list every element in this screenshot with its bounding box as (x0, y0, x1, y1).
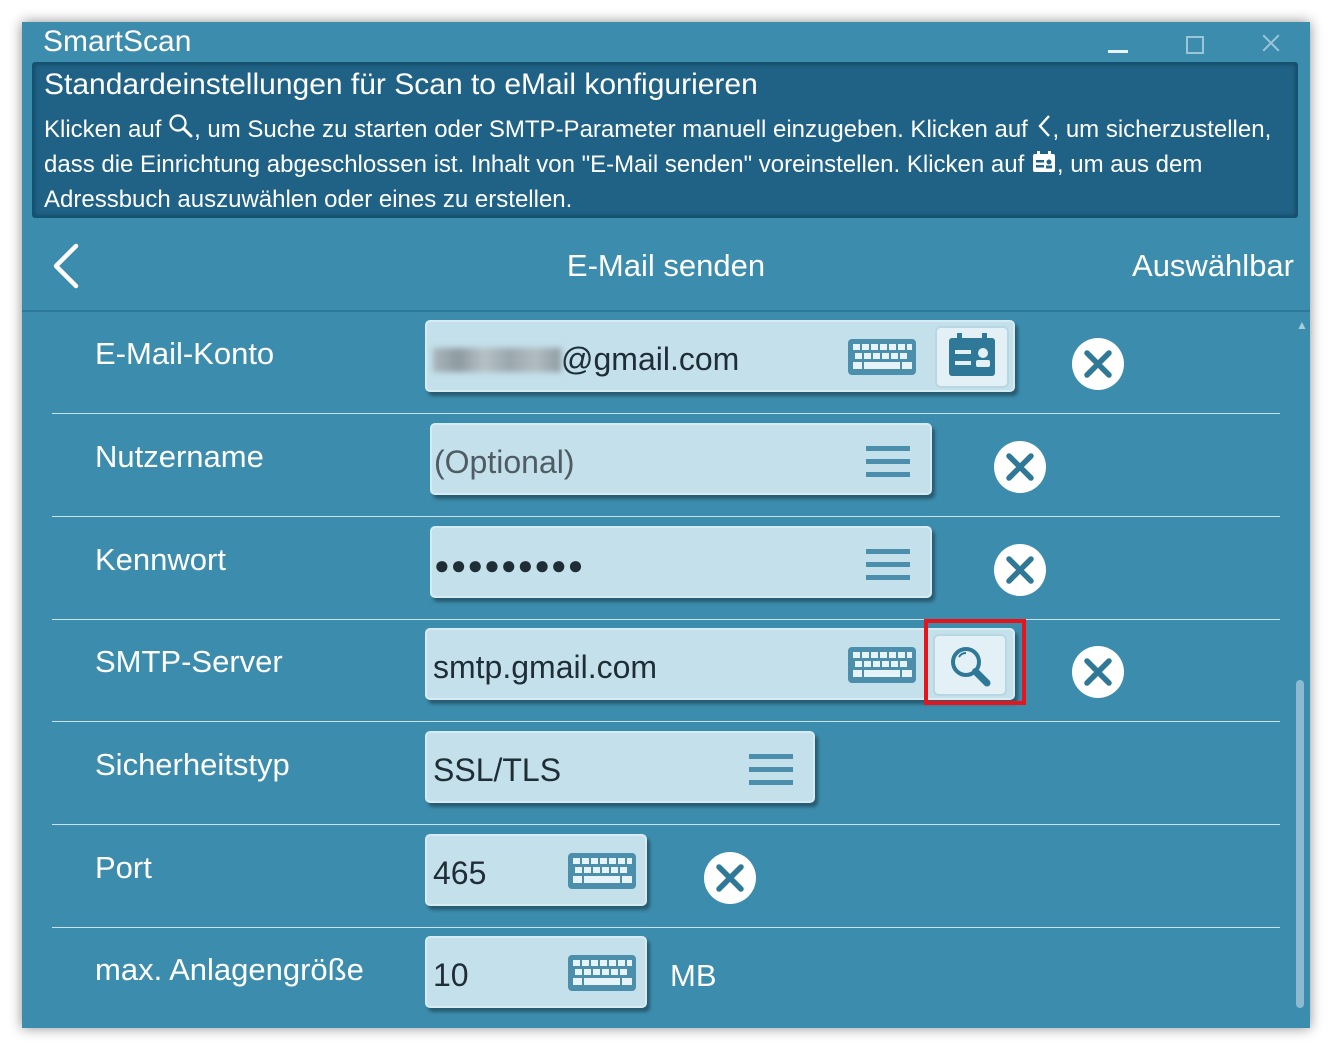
smtp-search-button[interactable] (933, 634, 1007, 696)
address-book-button[interactable] (935, 326, 1009, 388)
info-title: Standardeinstellungen für Scan to eMail … (44, 68, 758, 101)
scroll-thumb[interactable] (1296, 680, 1304, 1008)
info-panel: Standardeinstellungen für Scan to eMail … (32, 62, 1298, 218)
email-account-row: E-Mail-Konto @gmail.com (52, 312, 1280, 414)
keyboard-icon[interactable] (567, 954, 637, 992)
max-attachment-row: max. Anlagengröße 10 MB (52, 928, 1280, 1028)
smartscan-window: SmartScan Standardeinstellungen für Scan… (22, 22, 1310, 1028)
security-type-value: SSL/TLS (433, 752, 562, 788)
smtp-server-value: smtp.gmail.com (433, 649, 658, 685)
security-type-select[interactable]: SSL/TLS (425, 731, 815, 803)
password-row: Kennwort ●●●●●●●●● (52, 518, 1280, 620)
max-attachment-value: 10 (433, 957, 469, 993)
info-text: Klicken auf , um Suche zu starten oder S… (44, 112, 1288, 217)
password-label: Kennwort (95, 542, 226, 577)
close-window-button[interactable] (1252, 26, 1292, 60)
info-text-part: Klicken auf (44, 116, 169, 143)
info-text-part: , um Suche zu starten oder SMTP-Paramete… (194, 116, 1035, 143)
keyboard-icon[interactable] (847, 338, 917, 376)
address-book-icon (1032, 151, 1055, 172)
security-type-row: Sicherheitstyp SSL/TLS (52, 723, 1280, 825)
smtp-server-field[interactable]: smtp.gmail.com (425, 628, 1015, 700)
scrollbar[interactable]: ▲ (1294, 318, 1308, 1018)
username-label: Nutzername (95, 439, 264, 474)
attachment-unit-label: MB (670, 958, 717, 993)
email-account-field[interactable]: @gmail.com (425, 320, 1015, 392)
port-field[interactable]: 465 (425, 834, 647, 906)
search-icon (951, 647, 991, 687)
menu-icon[interactable] (747, 751, 795, 789)
smtp-server-label: SMTP-Server (95, 644, 283, 679)
redacted-email-user (433, 348, 561, 372)
keyboard-icon[interactable] (847, 646, 917, 684)
clear-email-button[interactable] (1070, 336, 1126, 392)
menu-icon[interactable] (864, 443, 912, 481)
chevron-left-icon (1037, 115, 1050, 137)
search-icon (169, 114, 193, 138)
page-title: E-Mail senden (566, 248, 766, 283)
password-value: ●●●●●●●●● (434, 550, 585, 580)
nav-header: E-Mail senden Auswählbar (22, 218, 1310, 312)
username-row: Nutzername (Optional) (52, 415, 1280, 517)
clear-username-button[interactable] (992, 439, 1048, 495)
email-account-label: E-Mail-Konto (95, 336, 275, 371)
clear-smtp-button[interactable] (1070, 644, 1126, 700)
port-value: 465 (433, 855, 487, 891)
menu-icon[interactable] (864, 546, 912, 584)
max-attachment-label: max. Anlagengröße (95, 952, 364, 987)
smtp-server-row: SMTP-Server smtp.gmail.com (52, 620, 1280, 722)
password-field[interactable]: ●●●●●●●●● (430, 526, 932, 598)
keyboard-icon[interactable] (567, 852, 637, 890)
clear-port-button[interactable] (702, 850, 758, 906)
username-field[interactable]: (Optional) (430, 423, 932, 495)
app-title: SmartScan (43, 25, 192, 58)
title-bar: SmartScan (22, 22, 1310, 62)
security-type-label: Sicherheitstyp (95, 747, 290, 782)
maximize-button[interactable] (1174, 26, 1214, 60)
minimize-button[interactable] (1098, 26, 1138, 60)
scroll-up-arrow[interactable]: ▲ (1296, 318, 1308, 332)
selectable-button[interactable]: Auswählbar (1132, 248, 1294, 284)
clear-password-button[interactable] (992, 542, 1048, 598)
email-account-value: @gmail.com (433, 340, 739, 378)
max-attachment-field[interactable]: 10 (425, 936, 647, 1008)
email-domain: @gmail.com (561, 341, 740, 377)
port-label: Port (95, 850, 152, 885)
port-row: Port 465 (52, 826, 1280, 928)
username-placeholder: (Optional) (434, 444, 575, 480)
address-book-icon (949, 333, 995, 376)
